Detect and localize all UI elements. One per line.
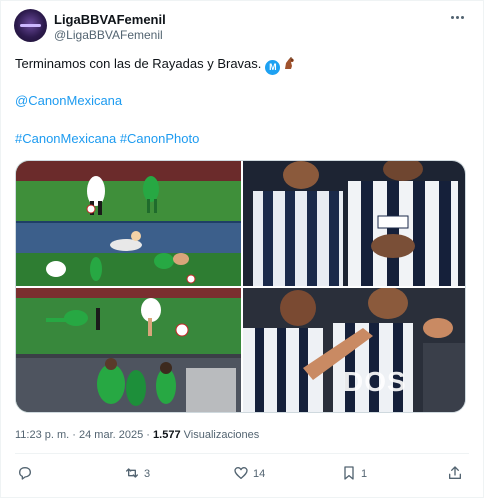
reply-icon: [17, 465, 33, 484]
hashtag-canon-photo[interactable]: #CanonPhoto: [120, 131, 200, 146]
share-icon: [447, 465, 463, 484]
hashtag-canon-mexicana[interactable]: #CanonMexicana: [15, 131, 116, 146]
bookmark-icon: [341, 465, 357, 484]
bookmark-button[interactable]: 1: [341, 463, 367, 485]
horse-emoji-icon: [282, 56, 297, 71]
action-bar: 3 14 1: [1, 463, 484, 485]
tweet-meta: 11:23 p. m. · 24 mar. 2025 · 1.577 Visua…: [15, 429, 259, 441]
author-handle[interactable]: @LigaBBVAFemenil: [54, 28, 163, 42]
share-button[interactable]: [447, 463, 463, 485]
hashtags-line: #CanonMexicana #CanonPhoto: [15, 131, 199, 146]
views-count: 1.577: [153, 429, 181, 441]
more-options-icon[interactable]: [447, 10, 467, 24]
tweet-date[interactable]: 24 mar. 2025: [79, 429, 143, 441]
mention-link[interactable]: @CanonMexicana: [15, 93, 122, 108]
liga-logo-icon: [18, 22, 43, 28]
meta-separator-2: ·: [146, 429, 150, 441]
bookmark-count: 1: [361, 468, 368, 480]
retweet-count: 3: [144, 468, 151, 480]
meta-separator: ·: [72, 429, 76, 441]
tweet-text: Terminamos con las de Rayadas y Bravas.: [15, 56, 262, 71]
views-label: Visualizaciones: [183, 429, 260, 441]
photo-overlay-text: DOS: [343, 366, 407, 397]
tweet-text-line: Terminamos con las de Rayadas y Bravas. M: [15, 55, 297, 75]
retweet-icon: [124, 465, 140, 484]
photo-3[interactable]: [16, 288, 241, 412]
tweet-card[interactable]: LigaBBVAFemenil @LigaBBVAFemenil Termina…: [0, 0, 484, 498]
retweet-button[interactable]: 3: [124, 463, 150, 485]
heart-icon: [233, 465, 249, 484]
like-count: 14: [253, 468, 266, 480]
divider: [15, 453, 469, 454]
author-display-name[interactable]: LigaBBVAFemenil: [54, 12, 166, 27]
reply-button[interactable]: [17, 463, 33, 485]
monterrey-m-emoji-icon: M: [265, 60, 281, 75]
media-grid: DOS: [15, 160, 466, 413]
tweet-time[interactable]: 11:23 p. m.: [15, 429, 69, 441]
like-button[interactable]: 14: [233, 463, 265, 485]
photo-4[interactable]: DOS: [243, 288, 465, 412]
photo-1[interactable]: [16, 161, 241, 286]
photo-2[interactable]: [243, 161, 465, 286]
avatar[interactable]: [14, 9, 47, 42]
